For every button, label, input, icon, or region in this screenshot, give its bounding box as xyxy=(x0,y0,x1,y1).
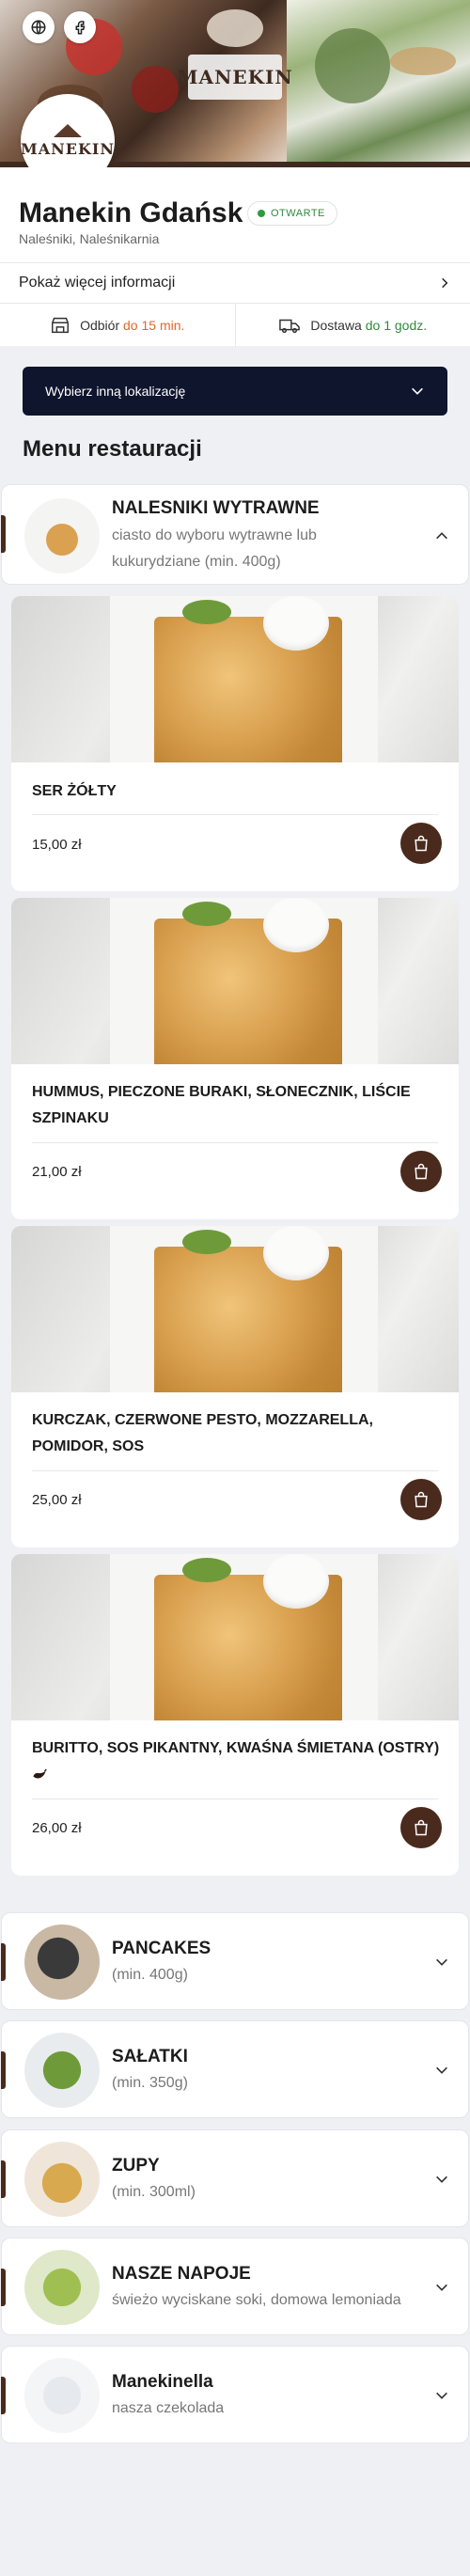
delivery-time: do 1 godz. xyxy=(365,317,428,333)
category-name: NALESNIKI WYTRAWNE xyxy=(112,498,320,518)
category-thumbnail xyxy=(24,2250,100,2325)
category-name: SAŁATKI xyxy=(112,2047,188,2066)
chevron-down-icon[interactable] xyxy=(434,2280,449,2295)
add-to-cart-button[interactable] xyxy=(400,823,442,864)
category-description: nasza czekolada xyxy=(112,2400,225,2416)
restaurant-info: Manekin Gdańsk OTWARTE Naleśniki, Naleśn… xyxy=(0,167,470,346)
more-info-label: Pokaż więcej informacji xyxy=(19,275,176,291)
category-thumbnail xyxy=(24,1924,100,2000)
category-thumbnail xyxy=(24,2033,100,2108)
chevron-down-icon[interactable] xyxy=(434,2063,449,2078)
category-description: (min. 400g) xyxy=(112,1967,188,1983)
product-image xyxy=(11,1554,459,1720)
product-card[interactable]: HUMMUS, PIECZONE BURAKI, SŁONECZNIK, LIŚ… xyxy=(11,898,459,1219)
status-badge: OTWARTE xyxy=(247,201,337,226)
category-header-nalesniki-wytrawne[interactable]: NALESNIKI WYTRAWNE ciasto do wyboru wytr… xyxy=(1,484,469,585)
facebook-button[interactable] xyxy=(64,11,96,43)
add-to-cart-button[interactable] xyxy=(400,1479,442,1520)
category-description: ciasto do wyboru wytrawne lub kukurydzia… xyxy=(112,527,317,570)
category-description: (min. 350g) xyxy=(112,2075,188,2091)
shopping-bag-icon xyxy=(415,835,428,852)
category-name: ZUPY xyxy=(112,2156,160,2175)
product-card[interactable]: SER ŻÓŁTY 15,00 zł xyxy=(11,596,459,891)
product-card[interactable]: KURCZAK, CZERWONE PESTO, MOZZARELLA, POM… xyxy=(11,1226,459,1547)
restaurant-categories: Naleśniki, Naleśnikarnia xyxy=(19,231,160,246)
category-thumbnail xyxy=(24,498,100,573)
category-header-pancakes[interactable]: PANCAKES (min. 400g) xyxy=(1,1912,469,2010)
status-text: OTWARTE xyxy=(271,208,325,219)
more-info-row[interactable]: Pokaż więcej informacji xyxy=(0,262,470,304)
category-header-salatki[interactable]: SAŁATKI (min. 350g) xyxy=(1,2020,469,2118)
category-name: Manekinella xyxy=(112,2372,213,2392)
status-dot xyxy=(258,210,265,217)
category-thumbnail xyxy=(24,2142,100,2217)
category-description: (min. 300ml) xyxy=(112,2184,196,2200)
category-header-zupy[interactable]: ZUPY (min. 300ml) xyxy=(1,2129,469,2227)
hero-sign: MANEKIN xyxy=(177,55,292,100)
delivery-option: Dostawa do 1 godz. xyxy=(236,304,470,346)
product-image xyxy=(11,1226,459,1392)
category-thumbnail xyxy=(24,2358,100,2433)
globe-icon xyxy=(31,20,46,35)
product-image xyxy=(11,596,459,762)
chevron-down-icon[interactable] xyxy=(434,2172,449,2187)
add-to-cart-button[interactable] xyxy=(400,1807,442,1848)
website-button[interactable] xyxy=(23,11,55,43)
shopping-bag-icon xyxy=(415,1819,428,1836)
category-header-nasze-napoje[interactable]: NASZE NAPOJE świeżo wyciskane soki, domo… xyxy=(1,2238,469,2335)
truck-icon xyxy=(279,319,301,333)
menu-heading: Menu restauracji xyxy=(23,436,202,462)
hero-photo-salad xyxy=(287,0,470,167)
chevron-up-icon[interactable] xyxy=(434,528,449,543)
chevron-down-icon[interactable] xyxy=(434,1955,449,1970)
product-card[interactable]: BURITTO, SOS PIKANTNY, KWAŚNA ŚMIETANA (… xyxy=(11,1554,459,1876)
facebook-icon xyxy=(75,21,86,35)
product-price: 21,00 zł xyxy=(32,1164,82,1180)
shopping-bag-icon xyxy=(415,1163,428,1180)
product-name-text: BURITTO, SOS PIKANTNY, KWAŚNA ŚMIETANA (… xyxy=(32,1740,440,1756)
product-name: SER ŻÓŁTY xyxy=(32,783,117,799)
location-select[interactable]: Wybierz inną lokalizację xyxy=(23,367,447,416)
restaurant-name: Manekin Gdańsk xyxy=(19,197,243,228)
product-price: 26,00 zł xyxy=(32,1820,82,1836)
logo-text: MANEKIN xyxy=(21,140,115,158)
chili-pepper-icon xyxy=(33,1768,47,1779)
delivery-options: Odbiór do 15 min. Dostawa do 1 godz. xyxy=(0,304,470,346)
chevron-down-icon[interactable] xyxy=(434,2388,449,2403)
store-icon xyxy=(52,317,70,333)
product-name: HUMMUS, PIECZONE BURAKI, SŁONECZNIK, LIŚ… xyxy=(32,1084,411,1126)
category-name: NASZE NAPOJE xyxy=(112,2264,251,2284)
product-image xyxy=(11,898,459,1064)
chevron-right-icon xyxy=(442,277,448,289)
product-name: KURCZAK, CZERWONE PESTO, MOZZARELLA, POM… xyxy=(32,1412,373,1454)
chevron-down-icon xyxy=(412,387,423,395)
category-header-manekinella[interactable]: Manekinella nasza czekolada xyxy=(1,2346,469,2443)
location-select-label: Wybierz inną lokalizację xyxy=(45,384,186,399)
add-to-cart-button[interactable] xyxy=(400,1151,442,1192)
product-price: 15,00 zł xyxy=(32,837,82,853)
pickup-time: do 15 min. xyxy=(123,317,185,333)
product-price: 25,00 zł xyxy=(32,1492,82,1508)
pickup-option: Odbiór do 15 min. xyxy=(0,304,236,346)
shopping-bag-icon xyxy=(415,1491,428,1508)
pickup-label: Odbiór xyxy=(80,317,120,333)
hero-sign-text: MANEKIN xyxy=(177,66,293,88)
category-description: świeżo wyciskane soki, domowa lemoniada xyxy=(112,2292,401,2308)
delivery-label: Dostawa xyxy=(310,317,362,333)
product-name: BURITTO, SOS PIKANTNY, KWAŚNA ŚMIETANA (… xyxy=(32,1736,446,1788)
category-name: PANCAKES xyxy=(112,1939,212,1958)
